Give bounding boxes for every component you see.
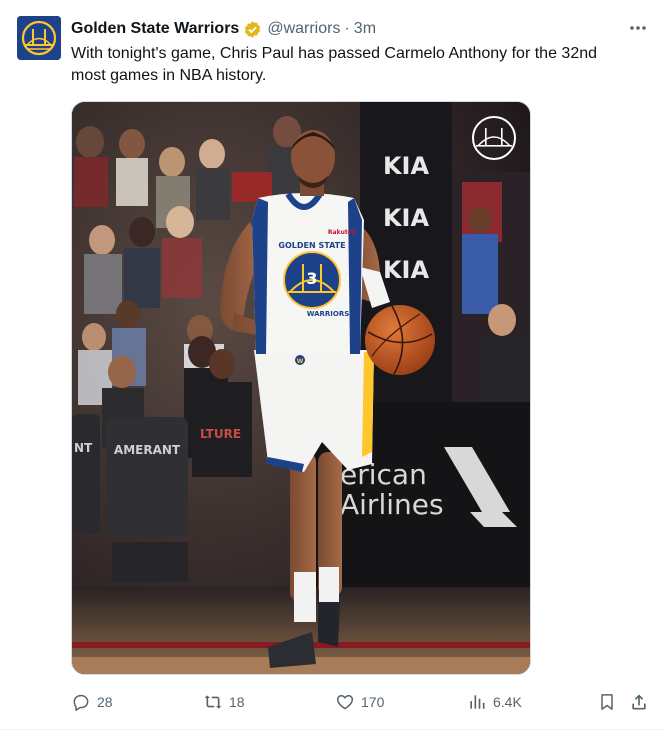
like-icon [336,695,354,710]
account-name[interactable]: Golden State Warriors [71,20,239,38]
bookmark-icon [601,694,613,710]
fan-shirt-text: LTURE [200,427,241,441]
kia-sign-3: KIA [383,256,430,284]
jersey-team-bottom: WARRIORS [307,310,350,318]
jersey-sponsor: Rakuten [328,229,356,236]
jersey-team-text: GOLDEN STATE [278,241,345,250]
chair-brand-text: AMERANT [114,443,181,457]
tweet-card[interactable]: Golden State Warriors @warriors · 3m Wit… [0,0,664,730]
chris-paul-photo: KIA KIA KIA erican Airlines NT AMERANT L… [72,102,530,674]
views-icon [470,695,485,709]
views-button[interactable]: 6.4K [467,690,522,714]
reply-button[interactable]: 28 [71,690,113,714]
repost-button[interactable]: 18 [203,690,245,714]
kia-sign-2: KIA [383,204,430,232]
like-count: 170 [361,694,385,710]
share-button[interactable] [629,690,649,714]
tweet-text: With tonight's game, Chris Paul has pass… [71,45,598,84]
tweet-actions: 28 18 170 6.4K [71,690,651,714]
tweet-timestamp[interactable]: 3m [354,20,376,38]
repost-icon [204,695,222,709]
more-icon[interactable] [626,16,650,40]
tweet-photo[interactable]: KIA KIA KIA erican Airlines NT AMERANT L… [71,101,531,675]
chair-left-text: NT [74,441,93,455]
like-button[interactable]: 170 [335,690,384,714]
shorts-logo: W [297,358,304,365]
reply-count: 28 [97,694,113,710]
airline-sign-line2: Airlines [340,488,444,521]
views-count: 6.4K [493,694,522,710]
bookmark-button[interactable] [597,690,617,714]
warriors-avatar[interactable] [17,16,61,60]
jersey-number: 3 [306,269,317,288]
verified-badge-icon[interactable] [243,20,262,39]
share-icon [632,694,646,710]
account-handle[interactable]: @warriors [267,20,340,38]
warriors-logo-icon [17,16,61,60]
header-separator: · [344,20,350,37]
kia-sign-1: KIA [383,152,430,180]
basketball [365,305,435,375]
reply-icon [73,694,89,711]
repost-count: 18 [229,694,245,710]
